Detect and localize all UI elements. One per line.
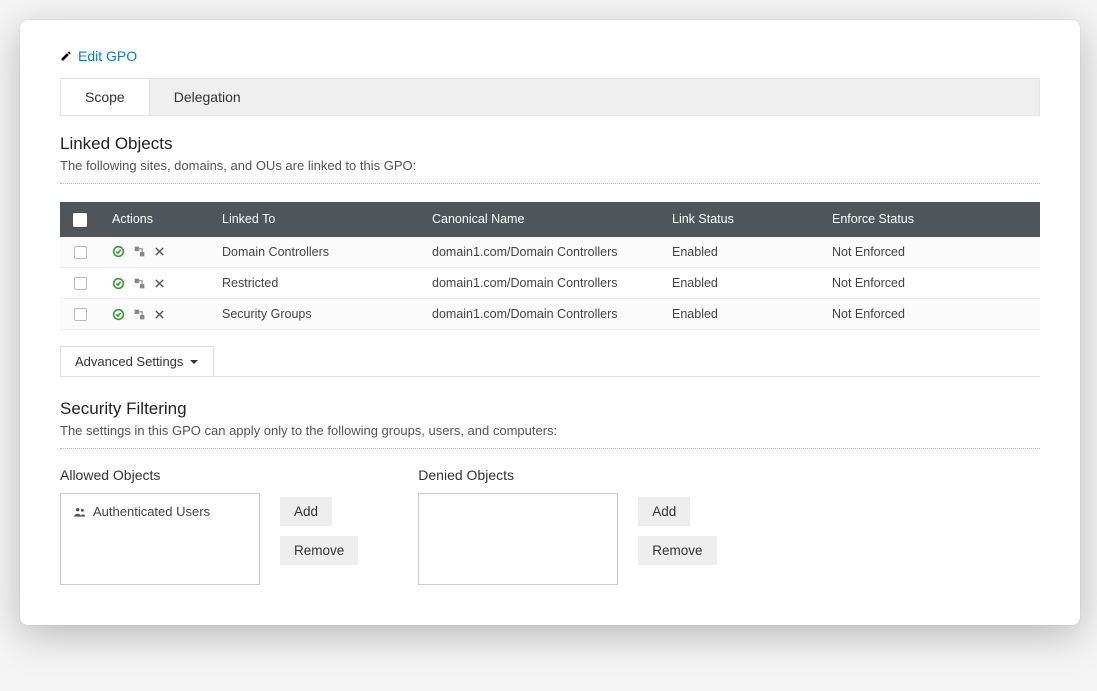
table-row: Domain Controllers domain1.com/Domain Co… <box>60 237 1040 268</box>
tab-scope[interactable]: Scope <box>61 79 150 115</box>
row-checkbox[interactable] <box>74 246 87 259</box>
allowed-objects-title: Allowed Objects <box>60 467 260 483</box>
cell-linked-to: Domain Controllers <box>210 237 420 268</box>
enable-icon[interactable] <box>112 245 125 258</box>
advanced-settings-label: Advanced Settings <box>75 354 183 369</box>
link-icon[interactable] <box>133 245 146 258</box>
link-icon[interactable] <box>133 277 146 290</box>
col-actions: Actions <box>100 202 210 237</box>
tab-bar: Scope Delegation <box>60 78 1040 116</box>
denied-add-button[interactable]: Add <box>638 497 690 526</box>
caret-down-icon <box>189 357 199 367</box>
cell-enforce-status: Not Enforced <box>820 237 1040 268</box>
denied-remove-button[interactable]: Remove <box>638 536 716 565</box>
allowed-objects-col: Allowed Objects Authenticated Users Add … <box>60 467 358 585</box>
row-checkbox[interactable] <box>74 277 87 290</box>
users-icon <box>73 505 87 519</box>
denied-objects-title: Denied Objects <box>418 467 618 483</box>
pencil-icon <box>60 50 72 62</box>
linked-objects-desc: The following sites, domains, and OUs ar… <box>60 158 1040 173</box>
edit-gpo-link[interactable]: Edit GPO <box>60 48 1040 64</box>
edit-gpo-label: Edit GPO <box>78 48 137 64</box>
col-enforce-status: Enforce Status <box>820 202 1040 237</box>
link-icon[interactable] <box>133 308 146 321</box>
cell-canonical: domain1.com/Domain Controllers <box>420 267 660 298</box>
col-linked-to: Linked To <box>210 202 420 237</box>
cell-canonical: domain1.com/Domain Controllers <box>420 299 660 330</box>
col-canonical: Canonical Name <box>420 202 660 237</box>
delete-icon[interactable] <box>154 278 165 289</box>
cell-linked-to: Security Groups <box>210 299 420 330</box>
linked-objects-title: Linked Objects <box>60 134 1040 154</box>
denied-objects-col: Denied Objects Add Remove <box>418 467 716 585</box>
delete-icon[interactable] <box>154 246 165 257</box>
security-filtering-row: Allowed Objects Authenticated Users Add … <box>60 467 1040 585</box>
cell-enforce-status: Not Enforced <box>820 267 1040 298</box>
denied-objects-list[interactable] <box>418 493 618 585</box>
allowed-add-button[interactable]: Add <box>280 497 332 526</box>
security-filtering-desc: The settings in this GPO can apply only … <box>60 423 1040 438</box>
cell-link-status: Enabled <box>660 267 820 298</box>
tab-delegation[interactable]: Delegation <box>150 79 265 115</box>
allowed-remove-button[interactable]: Remove <box>280 536 358 565</box>
table-row: Restricted domain1.com/Domain Controller… <box>60 267 1040 298</box>
cell-linked-to: Restricted <box>210 267 420 298</box>
delete-icon[interactable] <box>154 309 165 320</box>
table-row: Security Groups domain1.com/Domain Contr… <box>60 299 1040 330</box>
cell-link-status: Enabled <box>660 237 820 268</box>
enable-icon[interactable] <box>112 308 125 321</box>
list-item[interactable]: Authenticated Users <box>73 504 247 519</box>
row-checkbox[interactable] <box>74 308 87 321</box>
advanced-settings-toggle[interactable]: Advanced Settings <box>60 346 214 377</box>
gpo-panel: Edit GPO Scope Delegation Linked Objects… <box>20 20 1080 625</box>
cell-canonical: domain1.com/Domain Controllers <box>420 237 660 268</box>
divider <box>60 448 1040 449</box>
security-filtering-title: Security Filtering <box>60 399 1040 419</box>
linked-objects-table: Actions Linked To Canonical Name Link St… <box>60 202 1040 330</box>
col-link-status: Link Status <box>660 202 820 237</box>
cell-enforce-status: Not Enforced <box>820 299 1040 330</box>
enable-icon[interactable] <box>112 277 125 290</box>
cell-link-status: Enabled <box>660 299 820 330</box>
divider <box>60 183 1040 184</box>
select-all-checkbox[interactable] <box>73 213 87 227</box>
allowed-objects-list[interactable]: Authenticated Users <box>60 493 260 585</box>
